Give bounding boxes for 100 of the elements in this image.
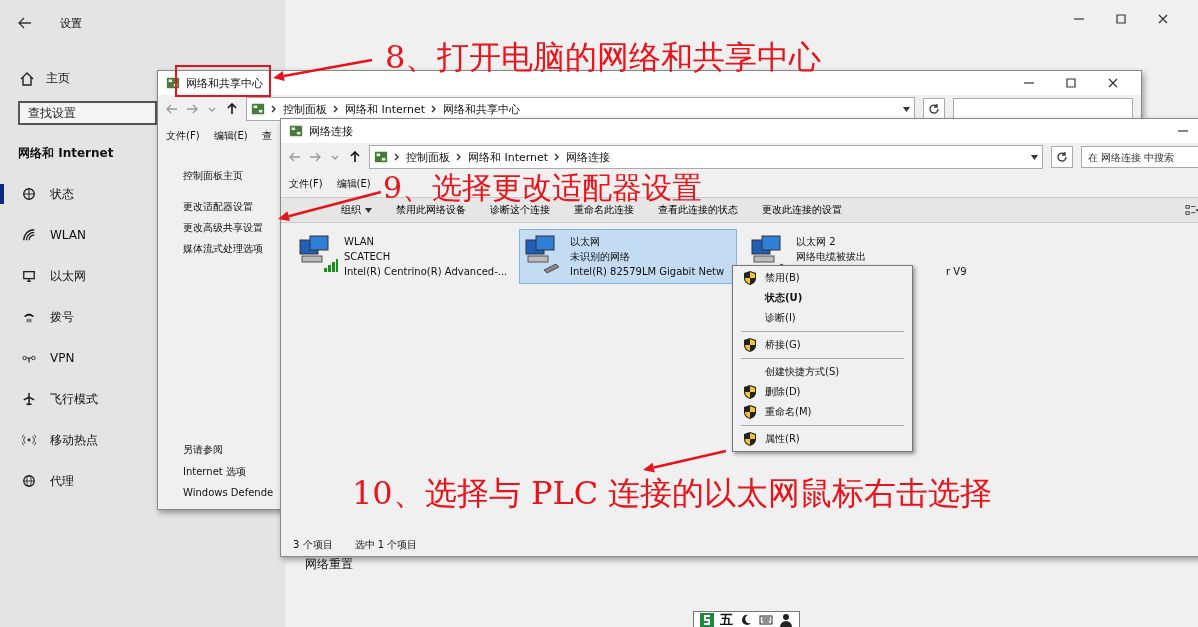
sidebar-item[interactable]: WLAN	[0, 225, 92, 245]
status-text: 3 个项目	[293, 538, 333, 552]
shield-icon	[743, 404, 757, 420]
reset-link[interactable]: 网络重置	[305, 556, 353, 573]
adapter-status: 未识别的网络	[570, 250, 631, 264]
menu-item[interactable]: 状态(U)	[735, 288, 910, 308]
chevron-icon	[431, 105, 438, 113]
close-icon[interactable]	[1107, 77, 1119, 89]
breadcrumb-item[interactable]: 控制面板	[283, 101, 327, 117]
section-heading: 网络和 Internet	[18, 145, 115, 162]
refresh-button[interactable]	[1051, 146, 1073, 168]
shield-icon	[743, 337, 757, 353]
adapter-name: 以太网 2	[796, 235, 837, 249]
adapter-device: Intel(R) 82579LM Gigabit Netw	[570, 265, 725, 279]
adapter-item[interactable]: 以太网 未识别的网络 Intel(R) 82579LM Gigabit Netw	[519, 229, 737, 284]
menu-item[interactable]: 禁用(B)	[735, 268, 910, 288]
toolbar-button[interactable]: 重命名此连接	[574, 203, 634, 217]
adapter-device: Intel(R) Centrino(R) Advanced-...	[344, 265, 508, 279]
person-icon	[779, 613, 793, 627]
annotation-text: 9、选择更改适配器设置	[383, 172, 703, 204]
sidebar-item[interactable]: 飞行模式	[0, 389, 104, 409]
back-arrow-icon[interactable]	[18, 16, 32, 30]
menu-item[interactable]: 文件(F)	[166, 129, 200, 143]
menu-item[interactable]: 文件(F)	[289, 177, 323, 191]
globe-icon	[22, 187, 36, 201]
chevron-icon	[271, 105, 277, 113]
toolbar-button[interactable]: 组织	[341, 203, 372, 217]
sidebar-item[interactable]: 代理	[0, 471, 80, 491]
menu-item[interactable]: 删除(D)	[735, 382, 910, 402]
menu-item[interactable]: 属性(R)	[735, 429, 910, 449]
up-arrow-icon[interactable]	[226, 103, 238, 115]
refresh-button[interactable]	[923, 98, 945, 120]
keyboard-icon	[759, 613, 773, 627]
menu-item[interactable]: 桥接(G)	[735, 335, 910, 355]
sidebar-item[interactable]: 移动热点	[0, 430, 104, 450]
breadcrumb-item[interactable]: 网络和 Internet	[345, 101, 426, 117]
sidebar-link[interactable]: 控制面板主页	[183, 165, 281, 186]
home-link[interactable]: 主页	[46, 70, 70, 87]
search-field[interactable]: 查找设置	[18, 101, 157, 125]
address-bar[interactable]: 控制面板 网络和 Internet 网络和共享中心	[246, 97, 915, 121]
menu-item[interactable]: 编辑(E)	[336, 177, 371, 191]
annotation-text: 10、选择与 PLC 连接的以太网鼠标右击选择	[352, 476, 993, 510]
dropdown-icon[interactable]	[1031, 154, 1038, 160]
airplane-icon	[22, 392, 36, 406]
toolbar-button[interactable]: 更改此连接的设置	[762, 203, 842, 217]
sidebar-item[interactable]: 状态	[0, 184, 80, 204]
adapter-status: SCATECH	[344, 250, 392, 264]
network-icon	[166, 76, 180, 90]
toolbar-button[interactable]: 诊断这个连接	[490, 203, 550, 217]
search-field[interactable]	[953, 98, 1133, 120]
maximize-icon[interactable]	[1065, 77, 1077, 89]
menu-item[interactable]: 创建快捷方式(S)	[735, 362, 910, 382]
menu-item[interactable]: 诊断(I)	[735, 308, 910, 328]
breadcrumb-item[interactable]: 网络连接	[566, 149, 611, 165]
search-field[interactable]: 在 网络连接 中搜索	[1081, 146, 1198, 168]
shield-icon	[743, 270, 757, 286]
adapter-item[interactable]: WLAN SCATECH Intel(R) Centrino(R) Advanced-...	[293, 229, 511, 284]
sidebar-item[interactable]: 以太网	[0, 266, 92, 286]
sidebar-link[interactable]: 更改高级共享设置	[183, 217, 281, 238]
refresh-icon	[1056, 151, 1068, 163]
network-icon	[374, 150, 388, 164]
breadcrumb-item[interactable]: 控制面板	[406, 149, 450, 165]
toolbar-button[interactable]: 查看此连接的状态	[658, 203, 738, 217]
sidebar-link[interactable]: Internet 选项	[183, 461, 281, 482]
status-text: 选中 1 个项目	[354, 538, 418, 552]
sidebar-item[interactable]: 拨号	[0, 307, 80, 327]
address-bar[interactable]: 控制面板 网络和 Internet 网络连接	[369, 145, 1043, 169]
monitor-icon	[22, 269, 36, 283]
maximize-icon[interactable]	[1115, 13, 1127, 25]
home-icon[interactable]	[20, 71, 34, 86]
dropdown-icon[interactable]	[903, 106, 910, 112]
see-also-heading: 另请参阅	[183, 443, 224, 457]
chevron-icon	[333, 105, 339, 113]
moon-icon	[739, 613, 753, 627]
shield-icon	[743, 431, 757, 447]
input-mode-label: 五	[720, 611, 733, 627]
sidebar-link[interactable]: 更改适配器设置	[183, 196, 281, 217]
menu-item[interactable]: 编辑(E)	[213, 129, 248, 143]
sidebar-link[interactable]: Windows Defende	[183, 482, 281, 503]
window-title: 网络连接	[309, 123, 353, 139]
adapter-name: 以太网	[570, 235, 601, 249]
sidebar-link[interactable]: 媒体流式处理选项	[183, 238, 281, 259]
chevron-icon	[554, 153, 561, 161]
annotation-text: 8、打开电脑的网络和共享中心	[385, 40, 822, 74]
breadcrumb-item[interactable]: 网络和共享中心	[443, 101, 521, 117]
menu-item[interactable]: 重命名(M)	[735, 402, 910, 422]
chevron-icon	[456, 153, 462, 161]
close-icon[interactable]	[1157, 13, 1169, 25]
shield-icon	[743, 384, 757, 400]
toolbar-button[interactable]: 禁用此网络设备	[396, 203, 466, 217]
adapter-status: 网络电缆被拔出	[796, 250, 867, 264]
caret-icon	[365, 207, 372, 213]
sidebar-item[interactable]: VPN	[0, 348, 81, 368]
view-options-icon[interactable]	[1185, 203, 1198, 217]
network-icon	[289, 124, 303, 138]
breadcrumb-item[interactable]: 网络和 Internet	[468, 149, 549, 165]
network-adapter-icon	[298, 234, 338, 274]
window-title: 设置	[60, 15, 82, 31]
menu-item[interactable]: 查	[261, 129, 272, 143]
up-arrow-icon[interactable]	[349, 151, 361, 163]
